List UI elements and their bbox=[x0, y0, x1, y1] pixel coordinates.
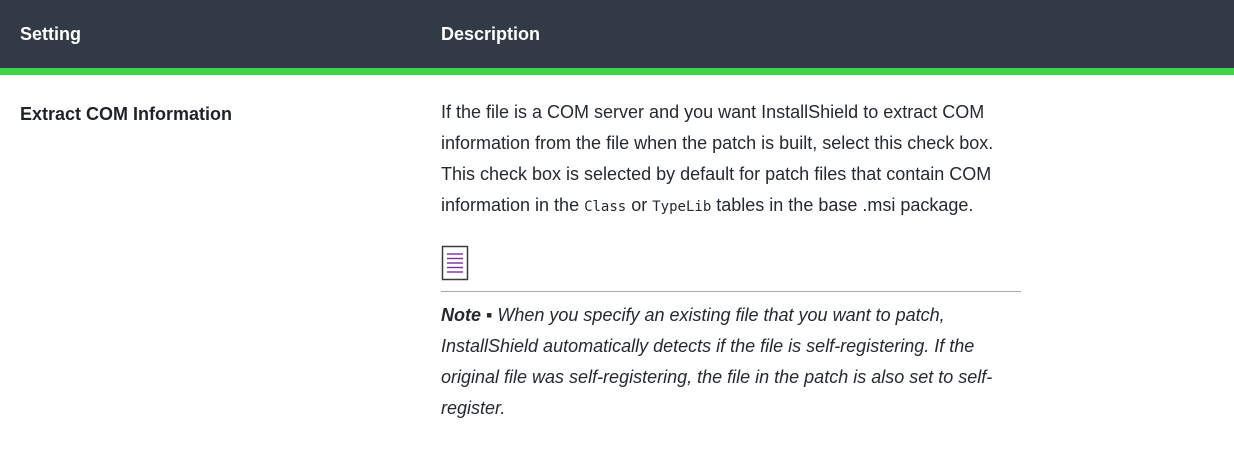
settings-table: Setting Description Extract COM Informat… bbox=[0, 0, 1234, 452]
description-line: This check box is selected by default fo… bbox=[441, 164, 992, 184]
description-cell: If the file is a COM server and you want… bbox=[441, 97, 1221, 424]
description-text: If the file is a COM server and you want… bbox=[441, 97, 1221, 223]
note-line: register. bbox=[441, 398, 506, 418]
description-fragment: or bbox=[626, 195, 653, 215]
note-icon-container bbox=[441, 245, 1221, 285]
description-line: information in the bbox=[441, 195, 585, 215]
description-fragment: tables in the base .msi package. bbox=[711, 195, 974, 215]
note-line: original file was self-registering, the … bbox=[441, 367, 993, 387]
code-typelib: TypeLib bbox=[652, 199, 712, 215]
table-header-row: Setting Description bbox=[0, 0, 1234, 75]
code-class: Class bbox=[584, 199, 627, 215]
setting-name: Extract COM Information bbox=[20, 104, 233, 124]
table-row: Extract COM Information If the file is a… bbox=[0, 75, 1234, 452]
header-setting: Setting bbox=[20, 24, 81, 44]
description-line: If the file is a COM server and you want… bbox=[441, 102, 985, 122]
note-icon bbox=[441, 245, 469, 281]
note-separator: ▪ bbox=[481, 305, 498, 325]
note-divider bbox=[441, 291, 1021, 292]
header-description: Description bbox=[441, 24, 541, 44]
note-line: When you specify an existing file that y… bbox=[497, 305, 945, 325]
note-text: Note ▪ When you specify an existing file… bbox=[441, 300, 1081, 424]
note-label: Note bbox=[441, 305, 481, 325]
note-line: InstallShield automatically detects if t… bbox=[441, 336, 975, 356]
description-line: information from the file when the patch… bbox=[441, 133, 994, 153]
